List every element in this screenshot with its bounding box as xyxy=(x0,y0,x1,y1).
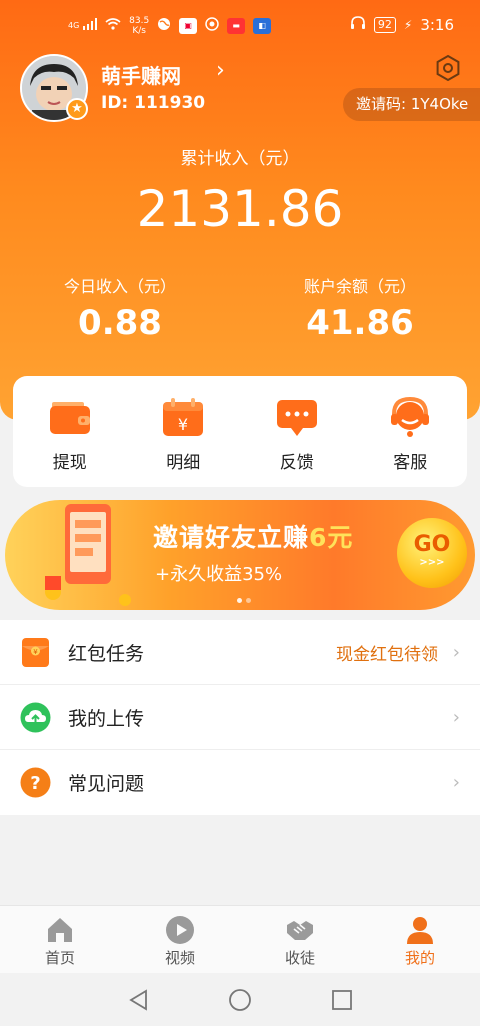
headphones-icon xyxy=(350,16,366,34)
svg-text:¥: ¥ xyxy=(178,415,188,434)
shortcut-label: 客服 xyxy=(393,453,428,473)
total-income-value: 2131.86 xyxy=(136,180,344,238)
menu-item-faq[interactable]: ? 常见问题 › xyxy=(0,750,480,815)
tab-label: 收徒 xyxy=(284,949,315,967)
person-icon xyxy=(407,917,433,944)
banner-background: 邀请好友立赚6元 +永久收益35% GO >>> xyxy=(5,500,475,610)
menu-item-red-envelope-tasks[interactable]: ¥ 红包任务 现金红包待领 › xyxy=(0,620,480,685)
chevron-right-icon[interactable]: › xyxy=(216,58,225,83)
shortcut-label: 提现 xyxy=(52,453,87,473)
banner-title: 邀请好友立赚6元 xyxy=(153,518,353,554)
shortcut-feedback[interactable]: 反馈 xyxy=(240,376,354,487)
back-icon[interactable] xyxy=(127,988,151,1012)
shopping-app-icon: ▬ xyxy=(227,18,246,34)
calendar-yuan-icon: ¥ xyxy=(163,398,204,436)
speed-value: 83.5 xyxy=(129,16,150,26)
menu-list: ¥ 红包任务 现金红包待领 › 我的上传 › ? 常见问题 › xyxy=(0,620,480,815)
cloud-upload-icon xyxy=(20,702,51,732)
svg-text:?: ? xyxy=(30,773,40,794)
question-icon: ? xyxy=(20,767,51,798)
settings-hexagon-icon[interactable] xyxy=(434,54,462,82)
today-income-value: 0.88 xyxy=(78,303,162,343)
red-envelope-icon: ¥ xyxy=(22,637,49,667)
tab-label: 我的 xyxy=(404,949,435,967)
tab-video[interactable]: 视频 xyxy=(120,906,240,973)
user-id: ID: 111930 xyxy=(101,93,206,113)
tab-recruit[interactable]: 收徒 xyxy=(240,906,360,973)
shortcut-card: 提现 ¥ 明细 反馈 客服 xyxy=(13,376,467,487)
carousel-dot xyxy=(237,598,242,603)
home-circle-icon[interactable] xyxy=(228,988,252,1012)
account-balance-label: 账户余额（元） xyxy=(303,277,416,296)
status-left: 4G 83.5 K/s ▣ ▬ ◧ xyxy=(68,16,272,36)
clock: 3:16 xyxy=(420,16,454,34)
record-icon xyxy=(205,17,219,35)
go-button[interactable]: GO >>> xyxy=(397,518,467,588)
network-type: 4G xyxy=(68,21,80,30)
system-nav-bar xyxy=(0,973,480,1026)
chat-bubble-icon xyxy=(276,400,317,436)
banner-title-main: 邀请好友立赚 xyxy=(153,523,310,552)
total-income-label: 累计收入（元） xyxy=(180,149,300,169)
speed-unit: K/s xyxy=(132,26,146,36)
menu-extra-text: 现金红包待领 xyxy=(336,644,438,665)
charging-icon: ⚡ xyxy=(403,18,413,32)
recent-apps-icon[interactable] xyxy=(330,988,354,1012)
chevron-right-icon: › xyxy=(452,772,460,793)
tab-label: 首页 xyxy=(44,949,75,967)
chevron-right-icon: › xyxy=(452,706,460,728)
shortcut-withdraw[interactable]: 提现 xyxy=(13,376,127,487)
username[interactable]: 萌手赚网 xyxy=(101,60,181,89)
handshake-icon xyxy=(287,921,313,940)
chevron-right-icon: › xyxy=(452,641,460,663)
status-right: 92 ⚡ 3:16 xyxy=(350,16,454,34)
svg-text:¥: ¥ xyxy=(33,648,38,656)
bottom-nav: 首页 视频 收徒 我的 xyxy=(0,905,480,973)
invite-code-badge[interactable]: 邀请码: 1Y4Oke xyxy=(343,88,480,121)
banner-subtitle: +永久收益35% xyxy=(155,564,283,585)
menu-label: 我的上传 xyxy=(68,707,145,730)
tab-mine[interactable]: 我的 xyxy=(360,906,480,973)
network-speed: 83.5 K/s xyxy=(129,16,149,36)
banner-title-highlight: 6元 xyxy=(309,523,354,552)
shortcut-label: 明细 xyxy=(166,453,201,473)
phone-illustration xyxy=(45,504,131,606)
signal-icon: 4G xyxy=(68,18,98,34)
today-income-label: 今日收入（元） xyxy=(63,277,176,296)
battery-level: 92 xyxy=(373,17,396,33)
play-icon xyxy=(166,916,194,944)
tab-home[interactable]: 首页 xyxy=(0,906,120,973)
go-label: GO xyxy=(413,532,451,557)
app-notification-icon: ▣ xyxy=(179,18,198,34)
home-icon xyxy=(48,918,72,942)
status-bar: 4G 83.5 K/s ▣ ▬ ◧ 92 ⚡ 3:16 xyxy=(0,0,480,54)
shortcut-details[interactable]: ¥ 明细 xyxy=(127,376,241,487)
headset-icon xyxy=(391,396,430,437)
globe-icon xyxy=(157,17,171,35)
account-balance-value: 41.86 xyxy=(306,303,414,343)
star-badge-icon: ★ xyxy=(66,98,88,120)
wallet-icon xyxy=(49,402,90,434)
shortcut-customer-service[interactable]: 客服 xyxy=(354,376,468,487)
go-arrows: >>> xyxy=(419,557,445,568)
shortcut-label: 反馈 xyxy=(279,453,314,473)
tab-label: 视频 xyxy=(164,949,195,967)
menu-item-my-uploads[interactable]: 我的上传 › xyxy=(0,685,480,750)
carousel-dots xyxy=(237,598,251,603)
carousel-dot xyxy=(246,598,251,603)
invite-banner[interactable]: 邀请好友立赚6元 +永久收益35% GO >>> xyxy=(0,500,480,610)
file-app-icon: ◧ xyxy=(253,18,272,34)
wifi-icon xyxy=(105,18,121,34)
menu-label: 红包任务 xyxy=(68,642,145,665)
menu-label: 常见问题 xyxy=(68,773,145,795)
